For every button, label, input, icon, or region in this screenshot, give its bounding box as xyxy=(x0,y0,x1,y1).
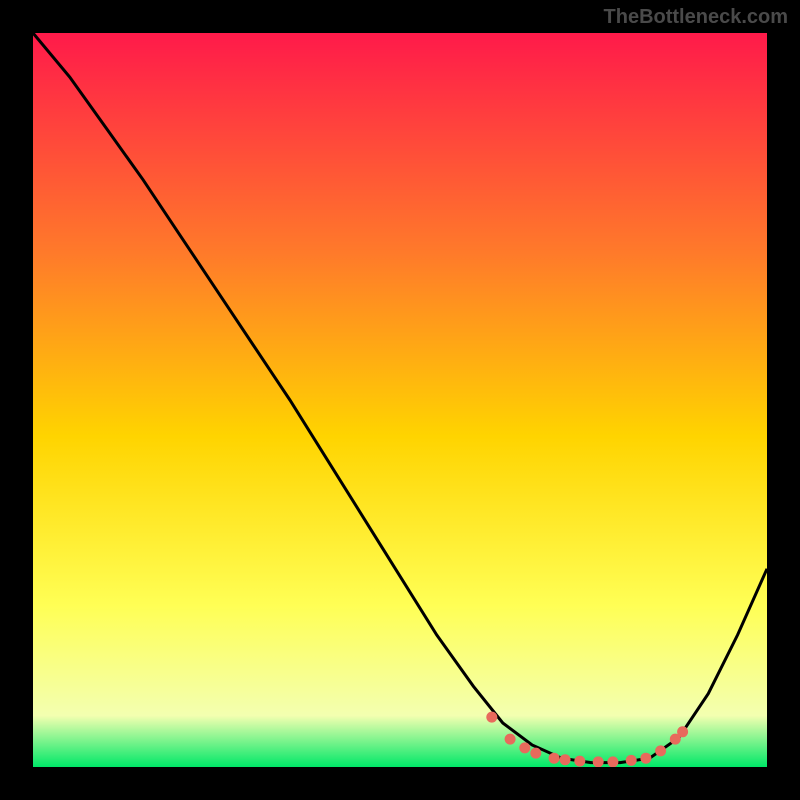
data-dot xyxy=(486,712,497,723)
chart-svg xyxy=(33,33,767,767)
data-dot xyxy=(677,726,688,737)
data-dot xyxy=(607,756,618,767)
data-dot xyxy=(530,748,541,759)
data-dot xyxy=(640,753,651,764)
data-dot xyxy=(519,742,530,753)
data-dot xyxy=(593,756,604,767)
data-dot xyxy=(655,745,666,756)
data-dot xyxy=(626,755,637,766)
data-dot xyxy=(574,756,585,767)
watermark-text: TheBottleneck.com xyxy=(604,6,788,29)
data-dot xyxy=(505,734,516,745)
data-dot xyxy=(549,753,560,764)
chart-container: TheBottleneck.com xyxy=(0,0,800,800)
plot-area xyxy=(33,33,767,767)
gradient-background xyxy=(33,33,767,767)
data-dot xyxy=(560,754,571,765)
